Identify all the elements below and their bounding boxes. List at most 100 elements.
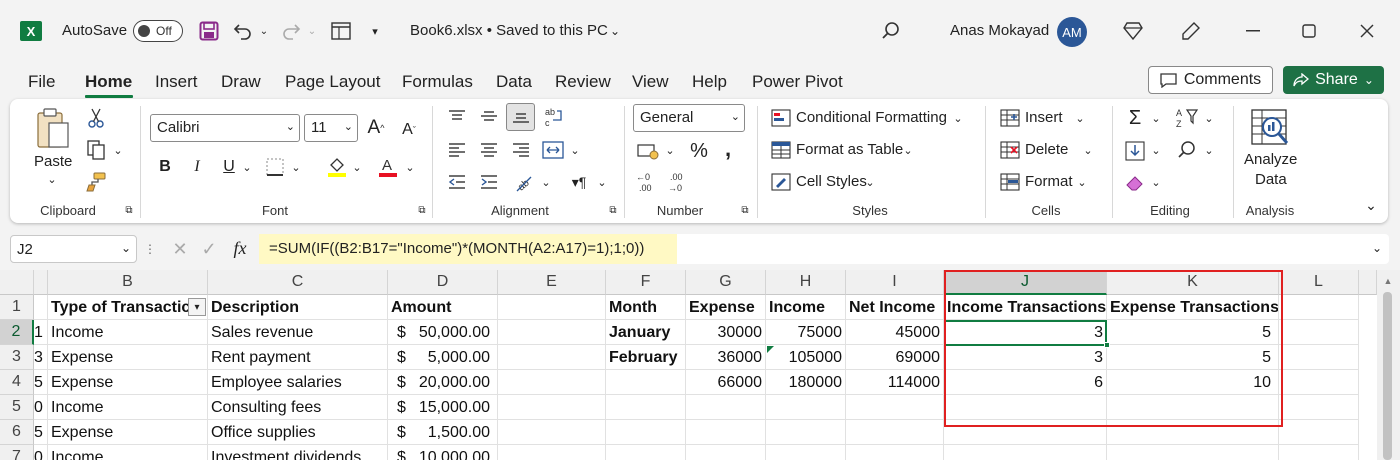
formula-text[interactable]: =SUM(IF((B2:B17="Income")*(MONTH(A2:A17)… <box>259 234 677 264</box>
cancel-icon[interactable]: ✕ <box>170 238 190 260</box>
cell-l1[interactable] <box>1279 295 1359 320</box>
cell-i2-net[interactable]: 45000 <box>846 320 944 345</box>
tab-data[interactable]: Data <box>496 72 532 92</box>
file-title[interactable]: Book6.xlsx • Saved to this PC <box>410 22 608 39</box>
column-header-h[interactable]: H <box>766 270 846 295</box>
borders-dropdown-icon[interactable]: ⌄ <box>290 160 302 174</box>
cell-g3-expense[interactable]: 36000 <box>686 345 766 370</box>
cell-f6[interactable] <box>606 420 686 445</box>
row-header-4[interactable]: 4 <box>0 370 34 395</box>
paste-icon[interactable] <box>34 106 72 152</box>
paragraph-direction-icon[interactable]: ▾¶ <box>568 172 590 192</box>
find-select-icon[interactable] <box>1176 139 1198 161</box>
fill-dropdown-icon[interactable]: ⌄ <box>1150 143 1162 157</box>
cell-h5[interactable] <box>766 395 846 420</box>
format-dropdown-icon[interactable]: ⌄ <box>1076 175 1088 189</box>
autosum-dropdown-icon[interactable]: ⌄ <box>1150 111 1162 125</box>
borders-icon[interactable] <box>264 157 286 177</box>
font-name-select[interactable]: Calibri ⌄ <box>150 114 300 142</box>
cell-e4[interactable] <box>498 370 606 395</box>
row-header-2[interactable]: 2 <box>0 320 34 345</box>
cell-g5[interactable] <box>686 395 766 420</box>
form-icon[interactable] <box>330 20 352 42</box>
cell-l3[interactable] <box>1279 345 1359 370</box>
fill-color-icon[interactable] <box>326 155 348 179</box>
cell-b2[interactable]: Income <box>48 320 208 345</box>
cell-b4[interactable]: Expense <box>48 370 208 395</box>
analyze-data-label-2[interactable]: Data <box>1255 171 1287 188</box>
row-header-5[interactable]: 5 <box>0 395 34 420</box>
comma-style-icon[interactable]: , <box>720 136 736 162</box>
cell-h4-income[interactable]: 180000 <box>766 370 846 395</box>
cell-c1-header[interactable]: Description <box>208 295 388 320</box>
cell-c5[interactable]: Consulting fees <box>208 395 388 420</box>
merge-center-icon[interactable] <box>541 139 565 161</box>
cell-f5[interactable] <box>606 395 686 420</box>
cell-e6[interactable] <box>498 420 606 445</box>
align-left-icon[interactable] <box>446 140 468 160</box>
search-icon[interactable] <box>880 20 902 42</box>
cell-a6[interactable]: 5 <box>34 420 48 445</box>
cell-g6[interactable] <box>686 420 766 445</box>
column-header-b[interactable]: B <box>48 270 208 295</box>
cell-e7[interactable] <box>498 445 606 460</box>
align-top-icon[interactable] <box>446 106 468 126</box>
expand-formula-bar-icon[interactable]: ⌄ <box>1370 240 1384 256</box>
cell-f2-month[interactable]: January <box>606 320 686 345</box>
bold-icon[interactable]: B <box>155 156 175 178</box>
column-header-d[interactable]: D <box>388 270 498 295</box>
number-format-select[interactable]: General ⌄ <box>633 104 745 132</box>
cell-d6[interactable]: $1,500.00 <box>388 420 498 445</box>
cell-g4-expense[interactable]: 66000 <box>686 370 766 395</box>
format-cells-icon[interactable] <box>999 172 1021 192</box>
fill-color-dropdown-icon[interactable]: ⌄ <box>351 160 363 174</box>
tab-help[interactable]: Help <box>692 72 727 92</box>
autosave-toggle[interactable]: Off <box>133 20 183 42</box>
copy-icon[interactable] <box>85 139 107 161</box>
cell-d2[interactable]: $50,000.00 <box>388 320 498 345</box>
cell-h7[interactable] <box>766 445 846 460</box>
tab-view[interactable]: View <box>632 72 669 92</box>
font-color-dropdown-icon[interactable]: ⌄ <box>404 160 416 174</box>
font-color-icon[interactable]: A <box>377 155 399 179</box>
avatar[interactable]: AM <box>1057 17 1087 47</box>
minimize-icon[interactable] <box>1242 20 1264 42</box>
cell-a7[interactable]: 0 <box>34 445 48 460</box>
copy-dropdown-icon[interactable]: ⌄ <box>112 143 124 157</box>
conditional-formatting-icon[interactable] <box>770 108 792 128</box>
format-as-table-icon[interactable] <box>770 140 792 160</box>
font-size-select[interactable]: 11 ⌄ <box>304 114 358 142</box>
paragraph-dropdown-icon[interactable]: ⌄ <box>596 175 608 189</box>
cell-a5[interactable]: 0 <box>34 395 48 420</box>
cut-icon[interactable] <box>85 107 107 129</box>
cell-d1-header[interactable]: Amount <box>388 295 498 320</box>
column-header-i[interactable]: I <box>846 270 944 295</box>
cell-g1-header[interactable]: Expense <box>686 295 766 320</box>
cell-d5[interactable]: $15,000.00 <box>388 395 498 420</box>
clipboard-launcher-icon[interactable]: ⧉ <box>123 204 135 216</box>
cell-f7[interactable] <box>606 445 686 460</box>
cell-i3-net[interactable]: 69000 <box>846 345 944 370</box>
ribbon-collapse-chevron-icon[interactable]: ⌄ <box>1362 196 1380 214</box>
align-center-icon[interactable] <box>478 140 500 160</box>
cell-f4[interactable] <box>606 370 686 395</box>
cell-b3[interactable]: Expense <box>48 345 208 370</box>
name-box[interactable]: J2 ⌄ <box>10 235 137 263</box>
scrollbar-thumb[interactable] <box>1383 292 1392 460</box>
tab-review[interactable]: Review <box>555 72 611 92</box>
underline-dropdown-icon[interactable]: ⌄ <box>241 160 253 174</box>
number-launcher-icon[interactable]: ⧉ <box>739 204 751 216</box>
column-header-f[interactable]: F <box>606 270 686 295</box>
insert-cells-icon[interactable] <box>999 108 1021 128</box>
accounting-dropdown-icon[interactable]: ⌄ <box>664 143 676 157</box>
row-header-7[interactable]: 7 <box>0 445 34 460</box>
cell-i5[interactable] <box>846 395 944 420</box>
clear-icon[interactable] <box>1124 172 1146 194</box>
maximize-icon[interactable] <box>1298 20 1320 42</box>
select-all-corner[interactable] <box>0 270 34 295</box>
cell-h6[interactable] <box>766 420 846 445</box>
cell-i4-net[interactable]: 114000 <box>846 370 944 395</box>
cell-b1-header[interactable]: Type of Transactic <box>48 295 208 320</box>
delete-cells-label[interactable]: Delete <box>1025 141 1068 158</box>
orientation-dropdown-icon[interactable]: ⌄ <box>540 175 552 189</box>
